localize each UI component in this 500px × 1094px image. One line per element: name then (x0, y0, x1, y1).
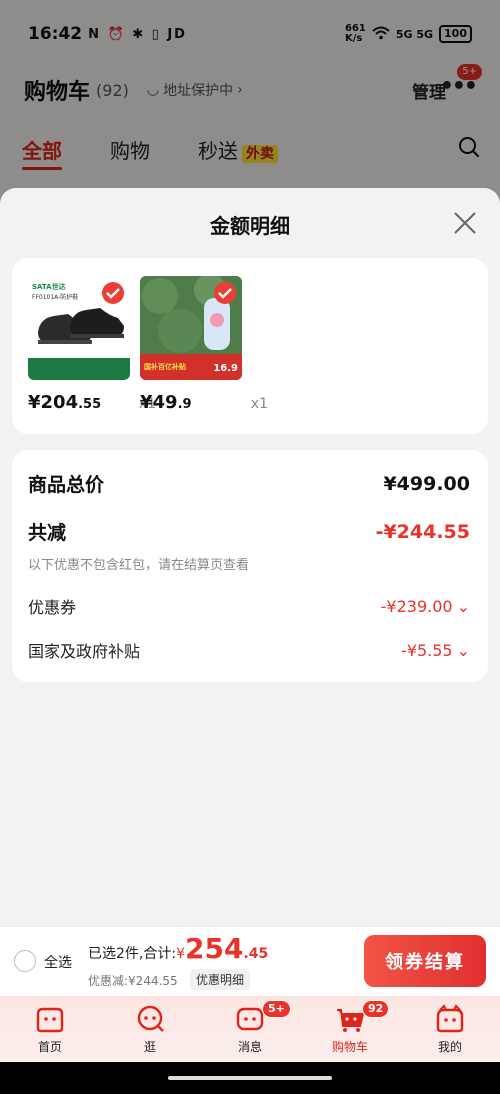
product-qty: x1 (250, 396, 268, 412)
subsidy-value: -¥5.55 ⌄ (401, 641, 470, 660)
nav-browse-label: 逛 (143, 1040, 156, 1054)
nav-home[interactable]: 首页 (0, 996, 100, 1062)
total-int: 254 (185, 932, 244, 965)
product-image-sprayer: 国补百亿补贴 16.9 (140, 276, 242, 380)
price-dec: .9 (177, 397, 192, 412)
product-banner (28, 358, 130, 380)
promo-price: 16.9 (213, 363, 238, 374)
total-price-row: 商品总价 ¥499.00 (28, 470, 470, 497)
price-dec: .55 (78, 397, 102, 412)
nav-cart[interactable]: 购物车 92 (300, 996, 400, 1062)
promo-caption: 国补百亿补贴 (144, 363, 186, 371)
nav-messages[interactable]: 消息 5+ (200, 996, 300, 1062)
nav-cart-label: 购物车 (331, 1040, 368, 1054)
amount-detail-card: 商品总价 ¥499.00 共减 -¥244.55 以下优惠不包含红包，请在结算页… (12, 450, 488, 682)
checkout-summary: 已选2件,合计: ¥ 254 .45 (88, 935, 268, 963)
reduce-value: -¥244.55 (375, 520, 470, 543)
select-all-radio[interactable] (14, 950, 36, 972)
product-image-shoes: SATA世达 FF0101A-防护鞋 (28, 276, 130, 380)
nav-browse[interactable]: 逛 (100, 996, 200, 1062)
bottom-nav: 首页 逛 消息 5+ 购物车 92 我的 (0, 996, 500, 1062)
selected-text: 已选2件,合计: (88, 946, 177, 962)
reduce-label: 共减 (28, 522, 67, 544)
coupon-amount: -¥239.00 (380, 596, 453, 616)
messages-badge: 5+ (262, 1000, 291, 1018)
select-all-label[interactable]: 全选 (44, 952, 72, 972)
coupon-row[interactable]: 优惠券 -¥239.00 ⌄ (28, 594, 470, 618)
total-currency: ¥ (176, 946, 185, 962)
reduce-row: 共减 -¥244.55 (28, 518, 470, 545)
check-icon (214, 282, 236, 304)
discount-note: 以下优惠不包含红包，请在结算页查看 (28, 558, 250, 573)
nav-profile-label: 我的 (437, 1040, 462, 1054)
checkout-button[interactable]: 领券结算 (364, 935, 486, 987)
products-card: SATA世达 FF0101A-防护鞋 ¥204.55 x1 国补百亿补贴 16.… (12, 258, 488, 434)
saved-amount: 优惠减:¥244.55 (88, 974, 178, 988)
check-icon (102, 282, 124, 304)
total-price-label: 商品总价 (28, 474, 105, 496)
chevron-down-icon: ⌄ (456, 596, 470, 616)
product-price: ¥49.9 (140, 392, 192, 413)
home-indicator[interactable] (168, 1076, 332, 1080)
product-item[interactable]: 国补百亿补贴 16.9 ¥49.9 x1 (140, 276, 280, 413)
checkout-bar: 全选 已选2件,合计: ¥ 254 .45 优惠减:¥244.55 优惠明细 领… (0, 926, 500, 996)
nav-profile[interactable]: 我的 (400, 996, 500, 1062)
chevron-down-icon: ⌄ (456, 640, 470, 660)
product-image-caption: FF0101A-防护鞋 (32, 294, 79, 301)
price-int: ¥49 (140, 392, 178, 413)
subsidy-label: 国家及政府补贴 (28, 642, 141, 661)
product-price: ¥204.55 (28, 392, 101, 413)
gesture-bar (0, 1062, 500, 1094)
discount-detail-button[interactable]: 优惠明细 (190, 969, 251, 990)
close-icon[interactable] (452, 210, 478, 236)
subsidy-amount: -¥5.55 (401, 640, 453, 660)
total-price-value: ¥499.00 (383, 472, 470, 495)
sheet-title: 金额明细 (210, 214, 290, 238)
shoes-picture-icon (38, 308, 124, 344)
browse-icon (137, 1005, 164, 1032)
product-price-row: ¥49.9 x1 (140, 392, 280, 413)
brand-logo: SATA世达 (32, 283, 66, 291)
nav-home-label: 首页 (37, 1040, 62, 1054)
home-icon (36, 1007, 64, 1033)
coupon-value: -¥239.00 ⌄ (381, 597, 470, 616)
total-dec: .45 (243, 946, 269, 962)
price-int: ¥204 (28, 392, 79, 413)
subsidy-row[interactable]: 国家及政府补贴 -¥5.55 ⌄ (28, 638, 470, 662)
modal-overlay[interactable] (0, 0, 500, 200)
profile-icon (436, 1004, 464, 1033)
coupon-label: 优惠券 (28, 598, 77, 617)
nav-messages-label: 消息 (237, 1040, 262, 1054)
cart-badge: 92 (362, 1000, 390, 1018)
